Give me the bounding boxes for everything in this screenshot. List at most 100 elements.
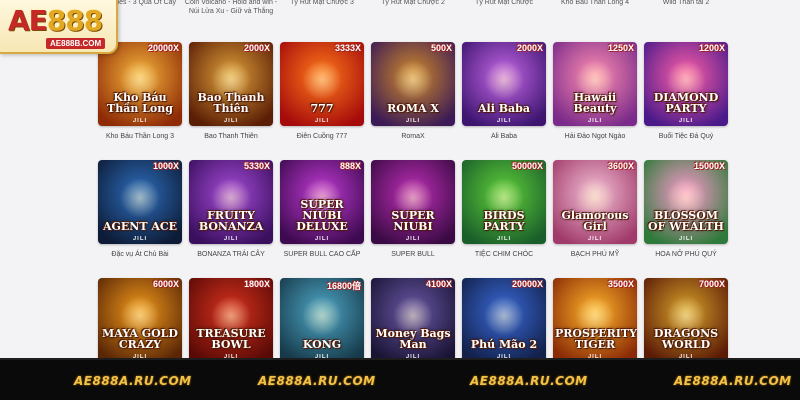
game-caption[interactable]: SUPER BULL CAO CẤP — [272, 250, 372, 259]
game-art-title: PROSPERITY TIGER — [555, 327, 637, 351]
multiplier-badge: 1200X — [698, 43, 725, 53]
provider-label: JILI — [223, 118, 239, 124]
provider-label: JILI — [587, 118, 603, 124]
game-artwork — [484, 60, 524, 100]
provider-label: JILI — [496, 118, 512, 124]
multiplier-badge: 16800倍 — [326, 281, 361, 291]
multiplier-badge: 1800X — [243, 279, 270, 289]
game-art-title: Hawaii Beauty — [573, 91, 617, 115]
game-artwork — [393, 60, 433, 100]
game-caption[interactable]: Bao Thanh Thiên — [181, 132, 281, 141]
footer-domain-link[interactable]: AE888A.RU.COM — [258, 374, 376, 388]
provider-label: JILI — [314, 236, 330, 242]
game-tile[interactable]: 4100X Money Bags Man JILI — [371, 278, 455, 362]
game-caption[interactable]: BONANZA TRÁI CÂY — [181, 250, 281, 259]
game-caption[interactable]: Tỷ Rút Mạt Chược — [454, 0, 554, 7]
provider-label: JILI — [223, 236, 239, 242]
game-art-title: Kho Báu Thần Long — [107, 91, 173, 115]
game-caption[interactable]: Wild Thần tài 2 — [636, 0, 736, 7]
multiplier-badge: 2000X — [516, 43, 543, 53]
game-art-title: TREASURE BOWL — [196, 327, 266, 351]
game-tile[interactable]: 3600X Glamorous Girl JILI — [553, 160, 637, 244]
game-caption[interactable]: Buổi Tiệc Đá Quý — [636, 132, 736, 141]
multiplier-badge: 3333X — [334, 43, 361, 53]
multiplier-badge: 1000X — [152, 161, 179, 171]
multiplier-badge: 5330X — [243, 161, 270, 171]
footer-domain-bar: AE888A.RU.COM AE888A.RU.COM AE888A.RU.CO… — [0, 358, 800, 400]
footer-domain-link[interactable]: AE888A.RU.COM — [470, 374, 588, 388]
site-logo[interactable]: AE888 AE888B.COM — [0, 0, 118, 54]
provider-label: JILI — [314, 118, 330, 124]
game-caption[interactable]: Đặc vụ Át Chủ Bài — [90, 250, 190, 259]
multiplier-badge: 50000X — [511, 161, 543, 171]
game-caption[interactable]: Ali Baba — [454, 132, 554, 141]
game-caption[interactable]: BẠCH PHÚ MỸ — [545, 250, 645, 259]
game-caption[interactable]: RomaX — [363, 132, 463, 141]
game-tile[interactable]: 2000X Ali Baba JILI — [462, 42, 546, 126]
multiplier-badge: 3500X — [607, 279, 634, 289]
game-tile[interactable]: 16800倍 KONG JILI — [280, 278, 364, 362]
provider-label: JILI — [587, 236, 603, 242]
game-tile[interactable]: 2000X Bao Thanh Thiên JILI — [189, 42, 273, 126]
game-art-title: MAYA GOLD CRAZY — [102, 327, 178, 351]
multiplier-badge: 6000X — [152, 279, 179, 289]
top-captions-row: Chillies - 3 Quả Ớt Cay Coin Volcano - Ho… — [0, 0, 800, 30]
game-tile[interactable]: 3333X 777 JILI — [280, 42, 364, 126]
multiplier-badge: 1250X — [607, 43, 634, 53]
game-art-title: FRUITY BONANZA — [198, 209, 264, 233]
game-caption[interactable]: Kho Báu Thần Long 4 — [545, 0, 645, 7]
game-caption[interactable]: SUPER BULL — [363, 250, 463, 259]
game-artwork — [120, 178, 160, 218]
game-tile[interactable]: SUPER NIUBI JILI — [371, 160, 455, 244]
game-tile[interactable]: 6000X MAYA GOLD CRAZY JILI — [98, 278, 182, 362]
game-art-title: Phú Mão 2 — [470, 338, 538, 351]
multiplier-badge: 2000X — [243, 43, 270, 53]
game-tile[interactable]: 5330X FRUITY BONANZA JILI — [189, 160, 273, 244]
provider-label: JILI — [132, 118, 148, 124]
game-caption[interactable]: Hải Đảo Ngọt Ngào — [545, 132, 645, 141]
multiplier-badge: 3600X — [607, 161, 634, 171]
game-art-title: DRAGONS WORLD — [653, 327, 719, 351]
game-tile[interactable]: 15000X BLOSSOM OF WEALTH JILI — [644, 160, 728, 244]
game-tile[interactable]: 1250X Hawaii Beauty JILI — [553, 42, 637, 126]
game-caption[interactable]: Tỷ Rút Mạt Chược 2 — [363, 0, 463, 7]
game-caption[interactable]: Tỷ Rút Mạt Chược 3 — [272, 0, 372, 7]
game-lobby: Chillies - 3 Quả Ớt Cay Coin Volcano - Ho… — [0, 0, 800, 400]
multiplier-badge: 15000X — [693, 161, 725, 171]
game-art-title: DIAMOND PARTY — [653, 91, 719, 115]
provider-label: JILI — [496, 236, 512, 242]
game-caption[interactable]: TIỆC CHIM CHÓC — [454, 250, 554, 259]
game-art-title: BLOSSOM OF WEALTH — [648, 209, 724, 233]
provider-label: JILI — [132, 236, 148, 242]
game-tile[interactable]: 20000X Kho Báu Thần Long JILI — [98, 42, 182, 126]
game-caption[interactable]: Coin Volcano - Hold and win - Núi Lửa Xu… — [181, 0, 281, 16]
game-tile[interactable]: 500X ROMA X JILI — [371, 42, 455, 126]
footer-domain-link[interactable]: AE888A.RU.COM — [674, 374, 792, 388]
multiplier-badge: 4100X — [425, 279, 452, 289]
game-art-title: SUPER NIUBI — [391, 209, 435, 233]
game-tile[interactable]: 50000X BIRDS PARTY JILI — [462, 160, 546, 244]
game-tile[interactable]: 1800X TREASURE BOWL JILI — [189, 278, 273, 362]
game-caption[interactable]: Điên Cuồng 777 — [272, 132, 372, 141]
provider-label: JILI — [405, 118, 421, 124]
game-art-title: Money Bags Man — [375, 327, 451, 351]
game-caption[interactable]: HOA NỞ PHÚ QUÝ — [636, 250, 736, 259]
logo-domain: AE888B.COM — [46, 38, 106, 49]
game-art-title: KONG — [302, 338, 342, 351]
game-tile[interactable]: 20000X Phú Mão 2 JILI — [462, 278, 546, 362]
game-art-title: ROMA X — [387, 102, 439, 115]
game-artwork — [302, 296, 342, 336]
game-tile[interactable]: 7000X DRAGONS WORLD JILI — [644, 278, 728, 362]
game-caption[interactable]: Kho Báu Thần Long 3 — [90, 132, 190, 141]
game-art-title: 777 — [310, 102, 334, 115]
game-tile[interactable]: 1200X DIAMOND PARTY JILI — [644, 42, 728, 126]
footer-domain-link[interactable]: AE888A.RU.COM — [74, 374, 192, 388]
game-art-title: SUPER NIUBI DELUXE — [296, 198, 348, 233]
game-tile[interactable]: 1000X AGENT ACE JILI — [98, 160, 182, 244]
provider-label: JILI — [678, 118, 694, 124]
game-artwork — [484, 296, 524, 336]
game-tile[interactable]: 3500X PROSPERITY TIGER JILI — [553, 278, 637, 362]
game-art-title: BIRDS PARTY — [483, 209, 525, 233]
game-tile[interactable]: 888X SUPER NIUBI DELUXE JILI — [280, 160, 364, 244]
game-art-title: AGENT ACE — [102, 220, 178, 233]
